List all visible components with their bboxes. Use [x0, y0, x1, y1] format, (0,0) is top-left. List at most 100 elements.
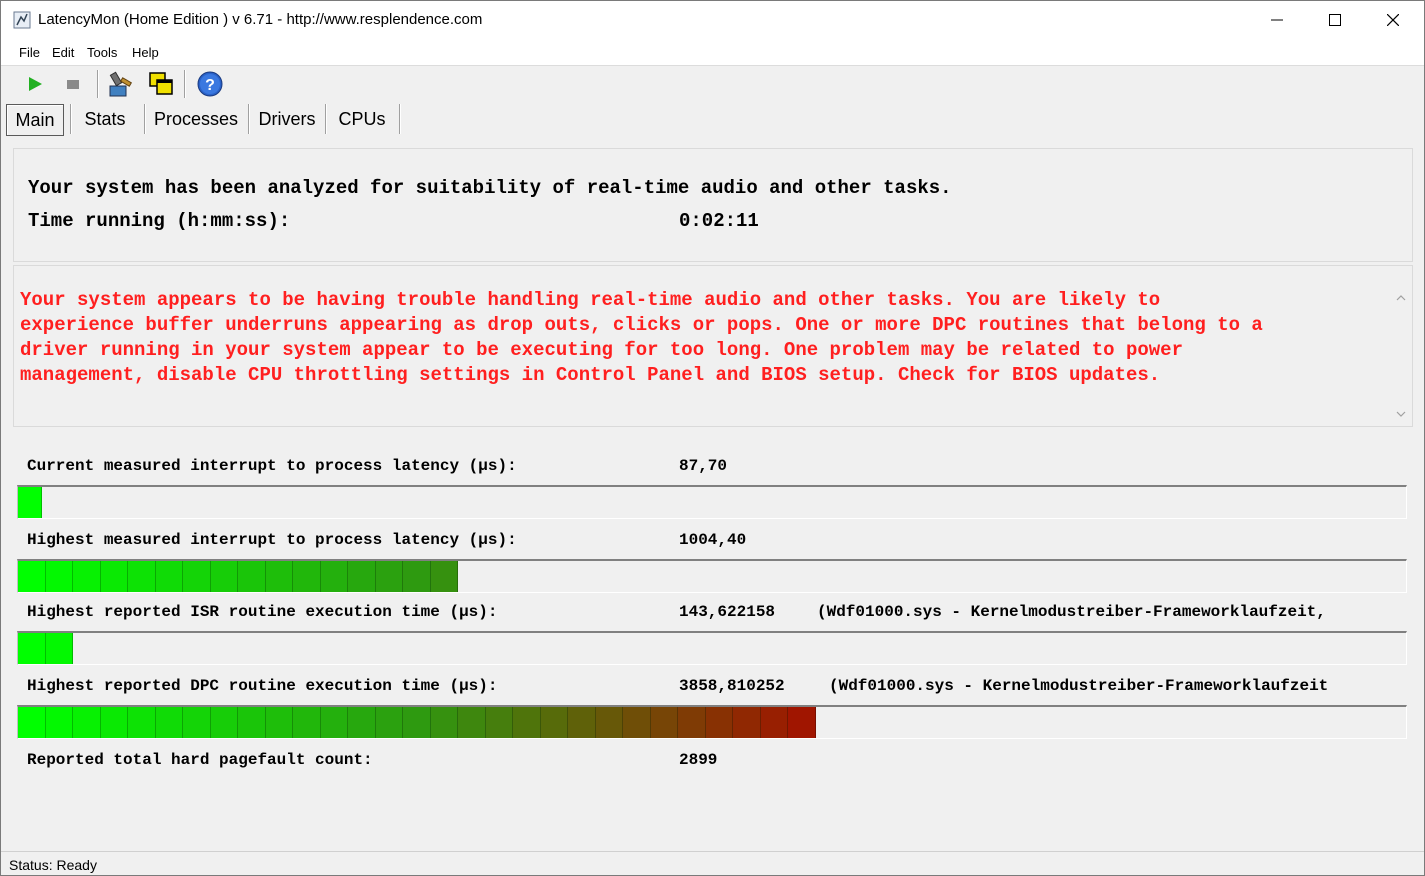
menu-bar: File Edit Tools Help — [1, 39, 1424, 66]
bar-segment — [18, 707, 46, 738]
help-button[interactable]: ? — [195, 69, 225, 99]
bar-segment — [100, 707, 128, 738]
dpc-driver-name: (Wdf01000.sys - Kernelmodustreiber-Frame… — [829, 677, 1329, 695]
tab-separator — [144, 104, 146, 134]
bar-segment — [375, 707, 403, 738]
help-question-icon: ? — [197, 71, 223, 97]
tab-cpus[interactable]: CPUs — [331, 104, 393, 134]
bar-segment — [788, 707, 816, 738]
bar-segment — [485, 707, 513, 738]
windows-button[interactable] — [146, 69, 176, 99]
tab-processes[interactable]: Processes — [150, 104, 242, 134]
tab-drivers[interactable]: Drivers — [254, 104, 320, 134]
bar-segment — [155, 707, 183, 738]
scroll-arrows-icon — [1396, 295, 1406, 417]
bar-segment — [375, 561, 403, 592]
current-latency-bar-fill — [18, 487, 42, 518]
menu-file[interactable]: File — [19, 45, 40, 60]
start-button[interactable] — [20, 69, 50, 99]
isr-time-bar — [17, 631, 1407, 665]
bar-segment — [320, 561, 348, 592]
maximize-button[interactable] — [1306, 1, 1364, 39]
bar-segment — [568, 707, 596, 738]
bar-segment — [623, 707, 651, 738]
highest-latency-label: Highest measured interrupt to process la… — [27, 531, 517, 549]
bar-segment — [348, 707, 376, 738]
bar-segment — [513, 707, 541, 738]
pagefault-label: Reported total hard pagefault count: — [27, 751, 373, 769]
isr-time-bar-fill — [18, 633, 73, 664]
bar-segment — [678, 707, 706, 738]
highest-latency-value: 1004,40 — [679, 531, 747, 549]
close-icon — [1387, 14, 1399, 26]
warning-message: Your system appears to be having trouble… — [20, 289, 1263, 386]
hammer-tools-icon — [109, 71, 133, 97]
warning-panel: Your system appears to be having trouble… — [13, 265, 1413, 427]
bar-segment — [183, 707, 211, 738]
minimize-button[interactable] — [1248, 1, 1306, 39]
svg-text:?: ? — [205, 77, 215, 94]
bar-segment — [128, 561, 156, 592]
dpc-time-bar — [17, 705, 1407, 739]
maximize-icon — [1329, 14, 1341, 26]
bar-segment — [458, 707, 486, 738]
bar-segment — [293, 707, 321, 738]
bar-segment — [540, 707, 568, 738]
menu-help[interactable]: Help — [132, 45, 159, 60]
bar-segment — [348, 561, 376, 592]
bar-segment — [210, 561, 238, 592]
overlapping-windows-icon — [149, 72, 173, 95]
status-bar: Status: Ready — [1, 851, 1424, 875]
latencymon-app-icon — [13, 11, 31, 29]
highest-latency-bar-fill — [18, 561, 458, 592]
window-title: LatencyMon (Home Edition ) v 6.71 - http… — [38, 11, 483, 28]
dpc-time-bar-fill — [18, 707, 816, 738]
bar-segment — [265, 707, 293, 738]
pagefault-value: 2899 — [679, 751, 718, 769]
menu-tools[interactable]: Tools — [87, 45, 117, 60]
current-latency-bar — [17, 485, 1407, 519]
bar-segment — [403, 707, 431, 738]
tab-stats[interactable]: Stats — [76, 104, 134, 134]
metrics-panel: Current measured interrupt to process la… — [1, 429, 1424, 849]
bar-segment — [403, 561, 431, 592]
options-button[interactable] — [106, 69, 136, 99]
bar-segment — [45, 633, 73, 664]
summary-panel: Your system has been analyzed for suitab… — [13, 148, 1413, 262]
bar-segment — [73, 707, 101, 738]
bar-segment — [18, 633, 46, 664]
tab-separator — [248, 104, 250, 134]
time-running-label: Time running (h:mm:ss): — [28, 210, 291, 232]
bar-segment — [238, 707, 266, 738]
toolbar-separator — [184, 70, 186, 98]
analysis-headline: Your system has been analyzed for suitab… — [28, 177, 952, 199]
time-running-value: 0:02:11 — [679, 210, 759, 232]
bar-segment — [650, 707, 678, 738]
bar-segment — [100, 561, 128, 592]
bar-segment — [155, 561, 183, 592]
bar-segment — [183, 561, 211, 592]
menu-edit[interactable]: Edit — [52, 45, 74, 60]
title-bar: LatencyMon (Home Edition ) v 6.71 - http… — [1, 1, 1424, 39]
toolbar: ? — [1, 66, 1424, 102]
bar-segment — [18, 561, 46, 592]
bar-segment — [73, 561, 101, 592]
dpc-time-label: Highest reported DPC routine execution t… — [27, 677, 498, 695]
highest-latency-bar — [17, 559, 1407, 593]
bar-segment — [210, 707, 238, 738]
warning-scrollbar[interactable] — [1393, 288, 1409, 424]
close-button[interactable] — [1364, 1, 1422, 39]
bar-segment — [238, 561, 266, 592]
bar-segment — [45, 561, 73, 592]
bar-segment — [293, 561, 321, 592]
stop-button[interactable] — [58, 69, 88, 99]
minimize-icon — [1271, 19, 1283, 21]
bar-segment — [595, 707, 623, 738]
bar-segment — [18, 487, 42, 518]
tab-main[interactable]: Main — [6, 104, 64, 136]
current-latency-label: Current measured interrupt to process la… — [27, 457, 517, 475]
tab-separator — [70, 104, 72, 134]
isr-time-label: Highest reported ISR routine execution t… — [27, 603, 498, 621]
bar-segment — [760, 707, 788, 738]
bar-segment — [320, 707, 348, 738]
